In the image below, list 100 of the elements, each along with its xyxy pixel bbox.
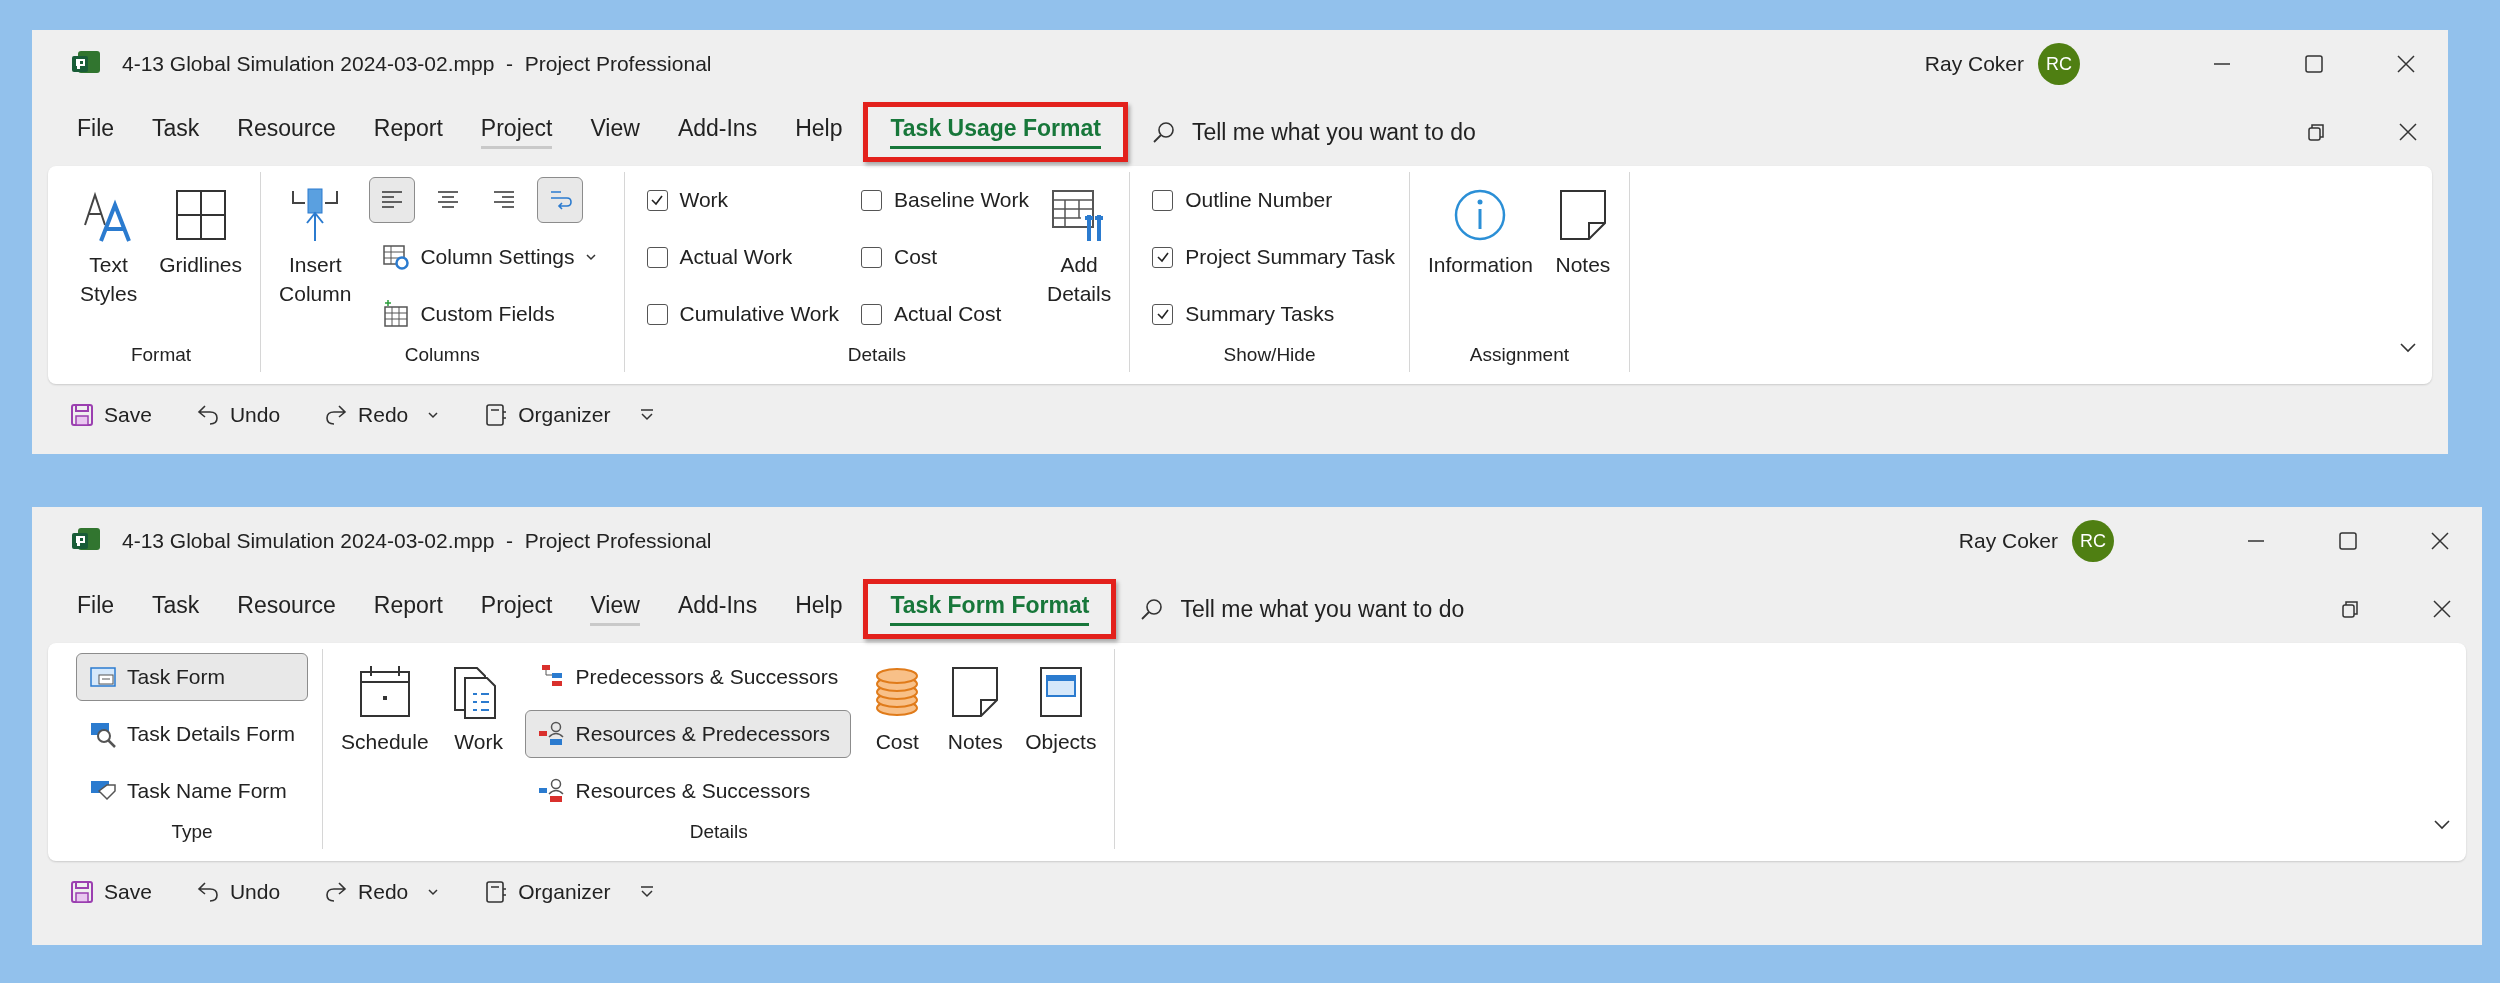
- ribbon-tab[interactable]: Task Usage Format: [863, 102, 1128, 162]
- checkbox[interactable]: [646, 189, 668, 211]
- ribbon-tab[interactable]: File: [60, 579, 132, 639]
- quick-access-button[interactable]: Organizer: [478, 876, 617, 908]
- ribbon-tab[interactable]: Report: [356, 579, 460, 639]
- ribbon-button[interactable]: Gridlines: [155, 172, 247, 344]
- checkbox-label[interactable]: Actual Cost: [894, 302, 1002, 326]
- ribbon-button[interactable]: Resources & Predecessors: [524, 710, 852, 758]
- redo-icon: [324, 403, 349, 427]
- checkbox[interactable]: [861, 303, 882, 325]
- checkbox[interactable]: [1152, 189, 1174, 211]
- ribbon-button[interactable]: Notes: [1550, 172, 1615, 344]
- ribbon-tab[interactable]: Task Form Format: [863, 579, 1117, 639]
- checkbox[interactable]: [1152, 303, 1174, 325]
- checkbox-label[interactable]: Actual Work: [679, 245, 793, 269]
- avatar[interactable]: RC: [2072, 520, 2114, 562]
- ribbon-button[interactable]: Resources & Successors: [524, 767, 852, 815]
- search-icon[interactable]: [1140, 597, 1165, 621]
- close-icon[interactable]: [2430, 531, 2450, 551]
- maximize-icon[interactable]: [2338, 531, 2358, 551]
- window-title: 4-13 Global Simulation 2024-03-02.mpp - Project Professional: [122, 52, 713, 76]
- close-icon[interactable]: [2398, 122, 2418, 142]
- ribbon-button[interactable]: Add Details: [1043, 172, 1116, 344]
- ribbon-tab[interactable]: Report: [356, 102, 460, 162]
- person-bars-icon: [537, 720, 566, 748]
- ribbon-button[interactable]: Task Name Form: [76, 767, 309, 815]
- undo-icon: [195, 403, 220, 427]
- chevron-down-icon[interactable]: [2432, 819, 2452, 831]
- user-name: Ray Coker: [1958, 529, 2058, 553]
- group-label: Columns: [403, 344, 481, 367]
- ribbon-button[interactable]: Task Form: [76, 653, 309, 701]
- ribbon-button[interactable]: Column Settings: [369, 233, 610, 281]
- search-field[interactable]: Tell me what you want to do: [1189, 117, 2234, 147]
- quick-access-button[interactable]: Redo: [318, 876, 447, 908]
- ribbon-tab[interactable]: Help: [778, 102, 860, 162]
- checkbox-label[interactable]: Summary Tasks: [1185, 302, 1335, 326]
- restore-icon[interactable]: [2340, 599, 2360, 619]
- ribbon-button[interactable]: Cost: [865, 649, 930, 821]
- checkbox[interactable]: [1152, 246, 1174, 268]
- close-icon[interactable]: [2396, 54, 2416, 74]
- ribbon-tab[interactable]: View: [573, 579, 657, 639]
- ribbon-button[interactable]: Text Styles: [76, 172, 142, 344]
- restore-icon[interactable]: [2306, 122, 2326, 142]
- ribbon-tab[interactable]: Help: [778, 579, 860, 639]
- ribbon-tab[interactable]: Task: [135, 102, 217, 162]
- checkbox-label[interactable]: Cost: [894, 245, 938, 269]
- checkbox-label[interactable]: Baseline Work: [894, 188, 1029, 212]
- organizer-icon: [484, 880, 509, 904]
- checkbox-label[interactable]: Project Summary Task: [1185, 245, 1395, 269]
- ribbon-button[interactable]: Schedule: [337, 649, 433, 821]
- ribbon-button[interactable]: Predecessors & Successors: [524, 653, 852, 701]
- quick-access-button[interactable]: Save: [64, 876, 158, 908]
- grid-plus-icon: [382, 300, 411, 328]
- checkbox[interactable]: [861, 246, 882, 268]
- checkbox-label[interactable]: Work: [679, 188, 729, 212]
- chevron-down-icon[interactable]: [2398, 342, 2418, 354]
- ribbon-button[interactable]: Notes: [943, 649, 1008, 821]
- ribbon-tab[interactable]: Add-Ins: [660, 579, 775, 639]
- group-label: Format: [129, 344, 193, 367]
- checkbox-label[interactable]: Cumulative Work: [679, 302, 839, 326]
- close-icon[interactable]: [2432, 599, 2452, 619]
- quick-access-button[interactable]: Undo: [189, 876, 287, 908]
- format-button[interactable]: [369, 177, 416, 223]
- quick-access-button[interactable]: Save: [64, 399, 158, 431]
- ribbon-button[interactable]: Work: [446, 649, 511, 821]
- maximize-icon[interactable]: [2304, 54, 2324, 74]
- checkbox[interactable]: [646, 246, 668, 268]
- ribbon-tab[interactable]: Resource: [220, 102, 353, 162]
- group-label: Details: [688, 821, 749, 844]
- search-field[interactable]: Tell me what you want to do: [1178, 594, 2268, 624]
- avatar[interactable]: RC: [2038, 43, 2080, 85]
- ribbon-tab[interactable]: View: [573, 102, 657, 162]
- ribbon-tab[interactable]: File: [60, 102, 132, 162]
- caret-icon: [584, 253, 597, 261]
- ribbon-tab[interactable]: Resource: [220, 579, 353, 639]
- search-icon[interactable]: [1151, 120, 1176, 144]
- undo-icon: [195, 880, 220, 904]
- checkbox[interactable]: [861, 189, 882, 211]
- ribbon-tab[interactable]: Add-Ins: [660, 102, 775, 162]
- quick-access-button[interactable]: Organizer: [478, 399, 617, 431]
- ribbon-tab[interactable]: Project: [463, 102, 570, 162]
- ribbon-button[interactable]: Objects: [1021, 649, 1101, 821]
- ribbon-button[interactable]: Information: [1423, 172, 1537, 344]
- group-label: Assignment: [1468, 344, 1571, 367]
- group-label: Show/Hide: [1222, 344, 1317, 367]
- checkbox-label[interactable]: Outline Number: [1185, 188, 1333, 212]
- ribbon-tab[interactable]: Task: [135, 579, 217, 639]
- quick-access-button[interactable]: Redo: [318, 399, 447, 431]
- redo-icon: [324, 880, 349, 904]
- window-title: 4-13 Global Simulation 2024-03-02.mpp - Project Professional: [122, 529, 713, 553]
- ribbon-tab[interactable]: Project: [463, 579, 570, 639]
- ribbon-button[interactable]: Custom Fields: [369, 290, 610, 338]
- checkbox[interactable]: [646, 303, 668, 325]
- caret-icon: [426, 410, 441, 420]
- quick-access-button[interactable]: Undo: [189, 399, 287, 431]
- table-gear-icon: [382, 243, 411, 271]
- format-button[interactable]: [537, 177, 584, 223]
- ribbon-button[interactable]: Insert Column: [275, 172, 356, 344]
- user-name: Ray Coker: [1924, 52, 2024, 76]
- ribbon-button[interactable]: Task Details Form: [76, 710, 309, 758]
